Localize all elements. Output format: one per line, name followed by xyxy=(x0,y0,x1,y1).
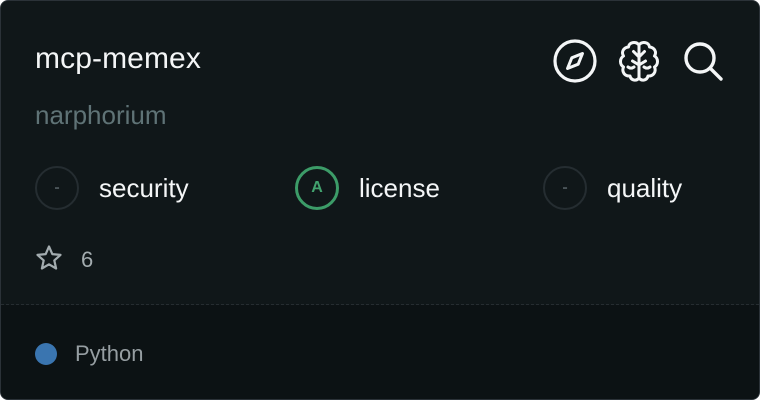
repo-name[interactable]: mcp-memex xyxy=(35,39,201,79)
stars-count: 6 xyxy=(81,247,94,272)
score-security[interactable]: - security xyxy=(35,163,189,213)
security-grade-badge: - xyxy=(35,166,79,210)
search-button[interactable] xyxy=(679,37,727,85)
score-quality[interactable]: - quality xyxy=(543,163,682,213)
stars[interactable]: 6 xyxy=(35,243,93,277)
compass-icon xyxy=(552,38,598,84)
language: Python xyxy=(35,339,144,369)
score-license[interactable]: A license xyxy=(295,163,440,213)
repo-card[interactable]: mcp-memex narphorium - security A licens… xyxy=(0,0,760,400)
brain-button[interactable] xyxy=(615,37,663,85)
compass-button[interactable] xyxy=(551,37,599,85)
language-name: Python xyxy=(75,341,144,366)
star-icon xyxy=(35,244,63,277)
brain-icon xyxy=(615,37,663,85)
language-color-dot xyxy=(35,343,57,365)
search-icon xyxy=(680,38,726,84)
quality-label: quality xyxy=(607,172,683,203)
card-footer: Python xyxy=(1,305,759,399)
license-grade-badge: A xyxy=(295,166,339,210)
repo-owner[interactable]: narphorium xyxy=(35,97,167,133)
security-label: security xyxy=(99,172,189,203)
quality-grade-badge: - xyxy=(543,166,587,210)
license-label: license xyxy=(359,172,440,203)
